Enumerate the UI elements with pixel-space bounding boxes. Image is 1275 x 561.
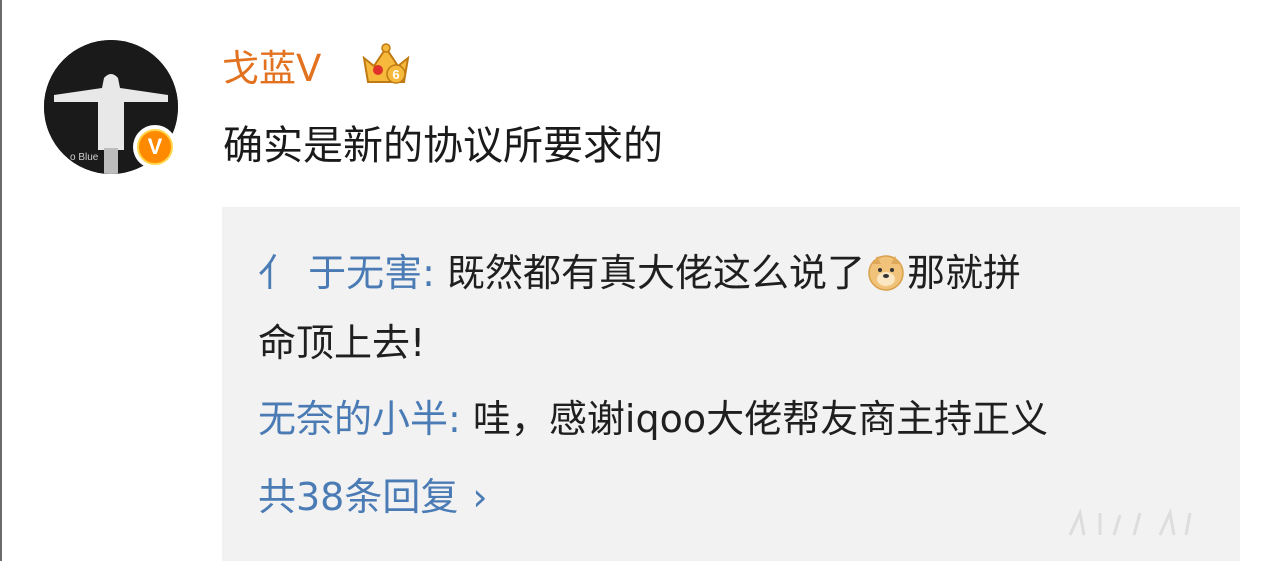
reply-item-2[interactable]: 无奈的小半: 哇，感谢iqoo大佬帮友商主持正义 [258, 393, 1048, 445]
reply-colon: : [448, 397, 461, 441]
crown-level-number: 6 [392, 67, 399, 82]
verified-v-icon: V [137, 129, 173, 165]
reply-item-1-continuation: 命顶上去! [258, 321, 426, 365]
reply-item-1[interactable]: 亻 于无害: 既然都有真大佬这么说了 那就拼 [258, 247, 1021, 299]
comment-text: 确实是新的协议所要求的 [223, 123, 663, 169]
reply-box[interactable]: 亻 于无害: 既然都有真大佬这么说了 那就拼 命顶上去! 无奈的小半: 哇，感谢… [222, 207, 1240, 561]
chevron-right-icon: › [472, 475, 488, 519]
username[interactable]: 戈蓝V [222, 44, 321, 94]
more-replies-label[interactable]: 共38条回复 [258, 475, 458, 519]
doge-icon [868, 255, 904, 291]
left-border [0, 0, 2, 561]
avatar-caption: o Blue [70, 152, 99, 163]
reply-text: 哇，感谢iqoo大佬帮友商主持正义 [460, 397, 1049, 441]
comment-screen: o Blue V 戈蓝V 6 确实是新的协议所要求的 亻 于无害: 既然都有真大… [0, 0, 1275, 561]
reply-colon: : [422, 251, 435, 295]
watermark-icon [1068, 508, 1192, 536]
more-replies-link[interactable]: 共38条回复 › [258, 471, 488, 523]
reply-text-cont: 那就拼 [907, 251, 1022, 295]
crown-level-icon[interactable]: 6 [360, 40, 412, 90]
verified-badge: V [133, 125, 177, 169]
reply-author[interactable]: 无奈的小半 [258, 397, 448, 441]
reply-text: 既然都有真大佬这么说了 [434, 251, 865, 295]
reply-author[interactable]: 亻 于无害 [258, 251, 422, 295]
